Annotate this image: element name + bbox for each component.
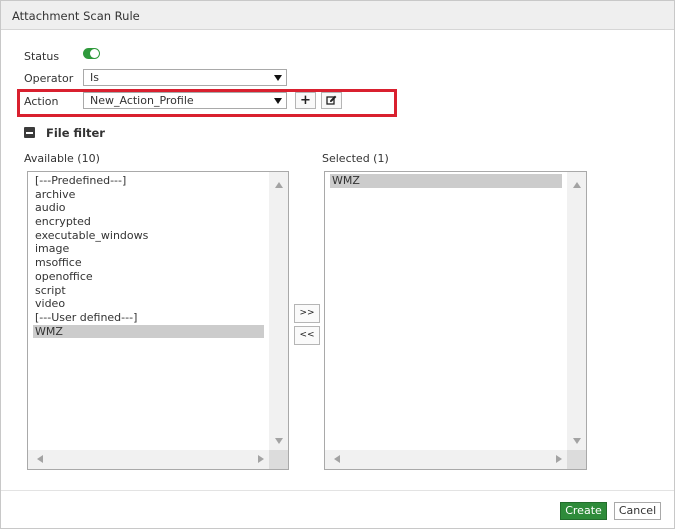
list-item[interactable]: encrypted	[33, 215, 264, 229]
operator-label: Operator	[24, 72, 74, 85]
list-item[interactable]: image	[33, 242, 264, 256]
list-item[interactable]: openoffice	[33, 270, 264, 284]
action-highlight-box	[17, 89, 397, 117]
list-item[interactable]: WMZ	[33, 324, 264, 339]
scroll-down-icon[interactable]	[275, 438, 283, 444]
scroll-right-icon[interactable]	[258, 455, 264, 463]
available-horizontal-scrollbar[interactable]	[28, 450, 269, 469]
list-item[interactable]: video	[33, 297, 264, 311]
scroll-left-icon[interactable]	[334, 455, 340, 463]
collapse-minus-icon[interactable]	[24, 127, 35, 138]
list-item[interactable]: script	[33, 284, 264, 298]
selected-vertical-scrollbar[interactable]	[567, 172, 586, 450]
scroll-left-icon[interactable]	[37, 455, 43, 463]
list-item[interactable]: [---Predefined---]	[33, 174, 264, 188]
file-filter-title: File filter	[46, 126, 105, 140]
selected-listbox[interactable]: WMZ	[324, 171, 587, 470]
dialog-titlebar: Attachment Scan Rule	[1, 1, 674, 30]
dialog-title: Attachment Scan Rule	[12, 9, 140, 23]
available-listbox[interactable]: [---Predefined---] archive audio encrypted e…	[27, 171, 289, 470]
scroll-corner	[567, 450, 586, 469]
selected-label: Selected (1)	[322, 152, 389, 165]
scroll-down-icon[interactable]	[573, 438, 581, 444]
available-vertical-scrollbar[interactable]	[269, 172, 288, 450]
available-label: Available (10)	[24, 152, 100, 165]
list-item[interactable]: msoffice	[33, 256, 264, 270]
move-left-button[interactable]: <<	[294, 326, 320, 345]
footer-divider	[1, 490, 674, 491]
cancel-button[interactable]: Cancel	[614, 502, 661, 520]
create-button[interactable]: Create	[560, 502, 607, 520]
selected-items: WMZ	[330, 174, 562, 188]
available-items: [---Predefined---] archive audio encrypted e…	[33, 174, 264, 339]
operator-select[interactable]: Is	[83, 69, 287, 86]
list-item[interactable]: audio	[33, 201, 264, 215]
scroll-up-icon[interactable]	[275, 182, 283, 188]
status-toggle[interactable]	[83, 48, 100, 59]
list-item[interactable]: WMZ	[330, 174, 562, 188]
scroll-right-icon[interactable]	[556, 455, 562, 463]
list-item[interactable]: archive	[33, 188, 264, 202]
selected-horizontal-scrollbar[interactable]	[325, 450, 567, 469]
status-label: Status	[24, 50, 60, 63]
list-item[interactable]: [---User defined---]	[33, 311, 264, 325]
attachment-scan-rule-dialog: Attachment Scan Rule Status Operator Is …	[0, 0, 675, 529]
scroll-corner	[269, 450, 288, 469]
move-right-button[interactable]: >>	[294, 304, 320, 323]
list-item[interactable]: executable_windows	[33, 229, 264, 243]
scroll-up-icon[interactable]	[573, 182, 581, 188]
chevron-down-icon	[274, 75, 282, 81]
operator-select-value: Is	[90, 71, 99, 84]
